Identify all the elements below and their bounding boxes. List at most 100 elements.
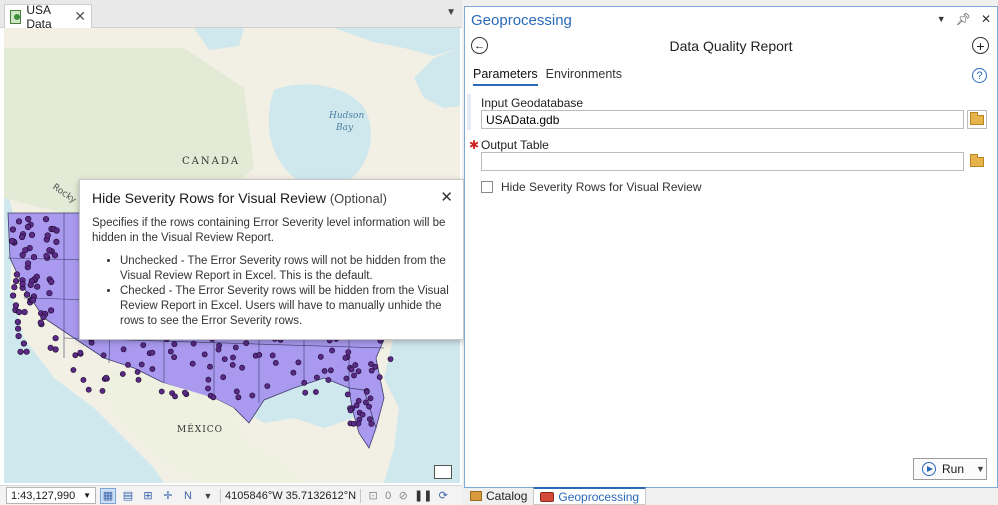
run-icon xyxy=(922,462,936,476)
city-point xyxy=(80,376,87,383)
selection-icon[interactable]: ⊡ xyxy=(365,488,381,504)
city-point xyxy=(269,352,276,359)
tab-catalog-label: Catalog xyxy=(486,489,528,503)
city-point xyxy=(138,361,145,368)
coordinate-readout: 4105846°W 35.7132612°N xyxy=(225,489,357,502)
city-point xyxy=(243,340,250,346)
tab-parameters[interactable]: Parameters xyxy=(473,67,538,86)
refresh-icon[interactable]: ⟳ xyxy=(435,488,451,504)
city-point xyxy=(272,359,279,366)
catalog-icon xyxy=(470,491,482,501)
close-icon[interactable]: ✕ xyxy=(440,188,453,206)
city-point xyxy=(171,341,178,348)
divider xyxy=(360,488,362,503)
city-point xyxy=(363,388,370,395)
hide-rows-checkbox[interactable] xyxy=(481,181,493,193)
city-point xyxy=(366,403,372,410)
map-tab-usa-data[interactable]: USA Data ✕ xyxy=(4,3,92,31)
city-point xyxy=(10,292,17,299)
city-point xyxy=(24,223,32,231)
close-icon[interactable]: ✕ xyxy=(981,12,991,26)
popup-title-optional: (Optional) xyxy=(329,191,387,206)
city-point xyxy=(345,349,352,355)
city-point xyxy=(232,344,239,351)
city-point xyxy=(325,377,332,383)
pause-icon[interactable]: ❚❚ xyxy=(414,488,432,504)
city-point xyxy=(48,278,55,285)
chevron-down-icon[interactable]: ▼ xyxy=(200,488,216,504)
scale-select[interactable]: 1:43,127,990 ▼ xyxy=(6,487,96,504)
chevron-down-icon[interactable]: ▼ xyxy=(937,14,946,26)
city-point xyxy=(221,356,228,362)
city-point xyxy=(190,340,197,347)
run-button[interactable]: Run ▼ xyxy=(913,458,987,480)
city-point xyxy=(134,369,141,375)
output-table-field[interactable] xyxy=(481,152,964,171)
tab-environments[interactable]: Environments xyxy=(546,67,622,86)
browse-input-gdb-button[interactable] xyxy=(967,110,987,129)
popup-bullet-list: Unchecked - The Error Severity rows will… xyxy=(120,254,451,329)
city-point xyxy=(351,372,357,379)
city-point xyxy=(172,393,178,400)
city-point xyxy=(367,395,374,402)
help-icon[interactable]: ? xyxy=(972,68,987,83)
city-point xyxy=(23,291,31,298)
north-arrow-icon[interactable]: N xyxy=(180,488,196,504)
clear-selection-icon[interactable]: ⊘ xyxy=(395,488,411,504)
close-icon[interactable]: ✕ xyxy=(74,8,86,25)
city-point xyxy=(158,388,165,395)
city-point xyxy=(368,367,375,374)
city-point xyxy=(23,348,30,355)
tab-geoprocessing-label: Geoprocessing xyxy=(558,489,640,504)
tab-catalog[interactable]: Catalog xyxy=(464,487,533,505)
city-point xyxy=(344,391,351,398)
city-point xyxy=(348,366,355,373)
city-point xyxy=(376,374,383,381)
city-point xyxy=(353,402,360,409)
city-point xyxy=(22,247,29,254)
chevron-down-icon[interactable]: ▼ xyxy=(446,7,456,18)
city-point xyxy=(321,368,328,374)
city-point xyxy=(343,375,350,382)
legend-icon[interactable] xyxy=(434,465,452,479)
city-point xyxy=(239,364,245,371)
city-point xyxy=(13,271,20,278)
hide-rows-row: Hide Severity Rows for Visual Review xyxy=(481,180,702,194)
city-point xyxy=(302,389,309,396)
city-point xyxy=(15,325,22,332)
chevron-down-icon[interactable]: ▼ xyxy=(976,464,985,474)
city-point xyxy=(70,367,77,373)
snapping-icon[interactable]: ⊞ xyxy=(140,488,156,504)
city-point xyxy=(47,344,54,351)
city-point xyxy=(233,388,240,395)
city-point xyxy=(201,351,208,358)
city-point xyxy=(140,342,147,348)
divider xyxy=(220,488,221,503)
city-point xyxy=(20,340,28,347)
browse-output-table-button[interactable] xyxy=(967,152,987,171)
city-point xyxy=(189,360,196,367)
city-point xyxy=(207,363,213,370)
city-point xyxy=(30,254,38,261)
table-icon[interactable]: ▤ xyxy=(120,488,136,504)
geoprocessing-header: Geoprocessing ▼ 📌︎ ✕ xyxy=(465,7,997,33)
city-point xyxy=(352,362,359,368)
add-icon[interactable]: + xyxy=(972,37,989,54)
popup-title-text: Hide Severity Rows for Visual Review xyxy=(92,190,326,206)
tab-geoprocessing[interactable]: Geoprocessing xyxy=(533,487,647,505)
output-table-label: Output Table xyxy=(481,138,549,152)
city-point xyxy=(103,374,110,381)
city-point xyxy=(347,407,354,414)
grid-icon[interactable]: ▦ xyxy=(100,487,116,504)
crosshair-icon[interactable]: ✛ xyxy=(160,488,176,504)
input-gdb-field[interactable] xyxy=(481,110,964,129)
pin-icon[interactable]: 📌︎ xyxy=(956,12,971,26)
required-asterisk-icon: ✱ xyxy=(469,138,480,152)
map-status-bar: 1:43,127,990 ▼ ▦ ▤ ⊞ ✛ N ▼ 4105846°W 35.… xyxy=(0,485,462,505)
map-icon xyxy=(10,9,22,24)
city-point xyxy=(119,371,126,377)
city-point xyxy=(125,361,131,368)
city-point xyxy=(220,374,227,381)
city-point xyxy=(350,420,357,427)
city-point xyxy=(120,346,127,353)
